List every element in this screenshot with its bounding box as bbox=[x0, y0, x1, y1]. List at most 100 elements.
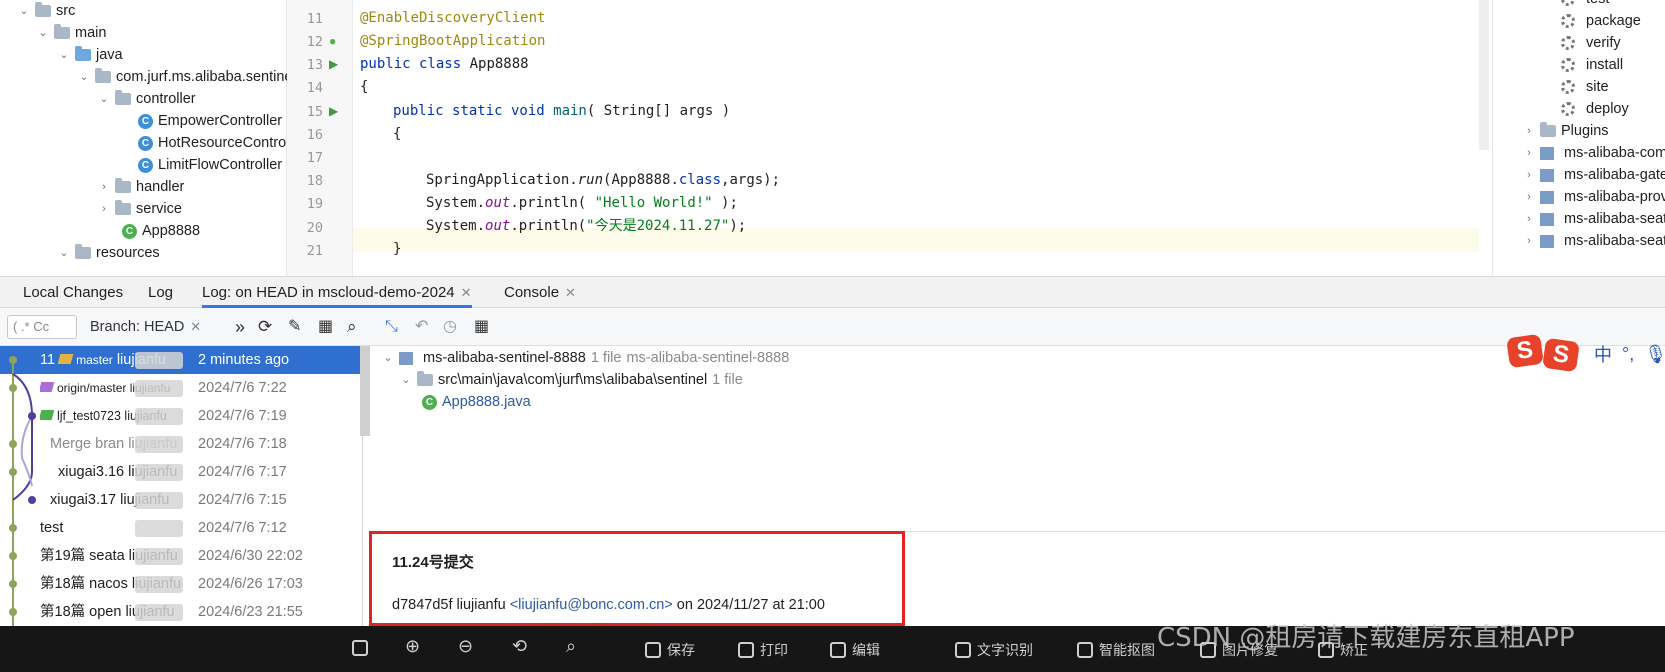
code-line-16[interactable]: { bbox=[360, 122, 401, 146]
save-button[interactable]: 保存 bbox=[645, 640, 695, 660]
tree-item-handler[interactable]: › handler bbox=[98, 176, 184, 198]
commit-row[interactable]: test 2024/7/6 7:12 bbox=[0, 514, 362, 542]
changed-files-tree[interactable]: ⌄ ms-alibaba-sentinel-8888 1 file ms-alibab… bbox=[370, 346, 1665, 531]
commit-hash[interactable]: d7847d5f bbox=[392, 597, 452, 613]
run-icon[interactable]: ▶ bbox=[329, 104, 338, 118]
code-line-12[interactable]: @SpringBootApplication bbox=[360, 29, 545, 53]
chevron-right-icon[interactable]: › bbox=[1523, 208, 1535, 230]
editor-scrollbar[interactable] bbox=[1479, 0, 1489, 150]
code-line-14[interactable]: { bbox=[360, 75, 368, 99]
maven-module[interactable]: › ms-alibaba-common bbox=[1523, 142, 1665, 164]
tab-console[interactable]: Console ✕ bbox=[504, 277, 576, 308]
maven-goal-deploy[interactable]: deploy bbox=[1561, 98, 1629, 120]
history-icon[interactable]: ◷ bbox=[443, 308, 457, 346]
tree-item-controller[interactable]: ⌄ controller bbox=[98, 88, 196, 110]
cutout-button[interactable]: 智能抠图 bbox=[1077, 640, 1155, 660]
chevron-right-icon[interactable]: › bbox=[1523, 120, 1535, 142]
spring-bean-icon[interactable]: ● bbox=[329, 34, 336, 48]
zoom-out-icon[interactable]: ⊖ bbox=[458, 636, 473, 657]
branch-filter[interactable]: Branch: HEAD ✕ bbox=[90, 308, 201, 346]
code-editor[interactable]: 11 12 13 14 15 16 17 18 19 20 21 ● ▶ ▶ @… bbox=[287, 0, 1492, 276]
tree-item-java[interactable]: ⌄ java bbox=[58, 44, 123, 66]
code-line-19[interactable]: System.out.println( "Hello World!" ); bbox=[360, 191, 738, 215]
chevron-down-icon[interactable]: ⌄ bbox=[18, 0, 30, 22]
chevron-right-icon[interactable]: › bbox=[1523, 164, 1535, 186]
maven-goal-site[interactable]: site bbox=[1561, 76, 1609, 98]
maven-panel[interactable]: test package verify install site deploy … bbox=[1492, 0, 1665, 276]
changed-directory[interactable]: ⌄ src\main\java\com\jurf\ms\alibaba\senti… bbox=[400, 368, 743, 392]
run-icon[interactable]: ▶ bbox=[329, 57, 338, 71]
maven-module[interactable]: › ms-alibaba-seata bbox=[1523, 230, 1665, 252]
tab-log-head[interactable]: Log: on HEAD in mscloud-demo-2024 ✕ bbox=[202, 277, 472, 308]
commit-row[interactable]: 第18篇 nacos liujianfu2024/6/26 17:03 bbox=[0, 570, 362, 598]
maven-goal-package[interactable]: package bbox=[1561, 10, 1641, 32]
close-icon[interactable]: ✕ bbox=[190, 319, 201, 334]
group-icon[interactable]: ▦ bbox=[474, 308, 489, 346]
commit-email[interactable]: <liujianfu@bonc.com.cn> bbox=[510, 597, 673, 613]
chevron-down-icon[interactable]: ⌄ bbox=[400, 368, 412, 392]
ime-language[interactable]: 中 bbox=[1594, 341, 1612, 367]
chevron-right-icon[interactable]: › bbox=[1523, 142, 1535, 164]
chevron-down-icon[interactable]: ⌄ bbox=[58, 44, 70, 66]
filter-input[interactable]: ( .* Cc bbox=[7, 315, 77, 339]
revert-icon[interactable]: ↶ bbox=[415, 308, 428, 346]
microphone-icon[interactable]: 🎙 bbox=[1644, 344, 1665, 365]
changed-module[interactable]: ⌄ ms-alibaba-sentinel-8888 1 file ms-alibab… bbox=[382, 346, 789, 370]
refresh-icon[interactable]: ⟳ bbox=[258, 308, 272, 346]
maven-module[interactable]: › ms-alibaba-seata bbox=[1523, 208, 1665, 230]
close-icon[interactable]: ✕ bbox=[565, 285, 576, 300]
ocr-button[interactable]: 文字识别 bbox=[955, 640, 1033, 660]
commit-row[interactable]: 第19篇 seata liujianfu2024/6/30 22:02 bbox=[0, 542, 362, 570]
maven-module[interactable]: › ms-alibaba-gateway bbox=[1523, 164, 1665, 186]
ime-toolbar[interactable]: S S 中 °, 🎙 bbox=[1506, 333, 1665, 373]
ime-punctuation[interactable]: °, bbox=[1622, 344, 1634, 365]
code-line-13[interactable]: public class App8888 bbox=[360, 52, 529, 76]
chevron-down-icon[interactable]: ⌄ bbox=[37, 22, 49, 44]
tree-item-hotresource[interactable]: C HotResourceController bbox=[138, 132, 305, 154]
changed-file[interactable]: C App8888.java bbox=[422, 390, 531, 414]
chevron-right-icon[interactable]: › bbox=[98, 198, 110, 220]
commit-row[interactable]: xiugai3.17 liujianfu2024/7/6 7:15 bbox=[0, 486, 362, 514]
maven-goal-verify[interactable]: verify bbox=[1561, 32, 1621, 54]
fit-icon[interactable] bbox=[352, 640, 368, 656]
grid-icon[interactable]: ▦ bbox=[318, 308, 333, 346]
search-icon[interactable]: ⌕ bbox=[347, 308, 357, 346]
chevron-right-icon[interactable]: › bbox=[98, 176, 110, 198]
maven-plugins[interactable]: › Plugins bbox=[1523, 120, 1609, 142]
commit-row[interactable]: xiugai3.16 liujianfu2024/7/6 7:17 bbox=[0, 458, 362, 486]
commit-row[interactable]: 第18篇 open liujianfu2024/6/23 21:55 bbox=[0, 598, 362, 626]
project-tree[interactable]: ⌄ src ⌄ main ⌄ java ⌄ com.jurf.ms.alibaba.se… bbox=[0, 0, 305, 276]
tree-item-limitflow[interactable]: C LimitFlowController bbox=[138, 154, 282, 176]
more-icon[interactable]: » bbox=[235, 308, 245, 346]
tree-item-empower[interactable]: C EmpowerController bbox=[138, 110, 282, 132]
code-line-15[interactable]: public static void main( String[] args ) bbox=[360, 99, 730, 123]
commit-list-scrollbar[interactable] bbox=[360, 346, 370, 436]
close-icon[interactable]: ✕ bbox=[461, 285, 472, 300]
tree-item-service[interactable]: › service bbox=[98, 198, 182, 220]
tree-item-main[interactable]: ⌄ main bbox=[37, 22, 106, 44]
chevron-down-icon[interactable]: ⌄ bbox=[98, 88, 110, 110]
chevron-down-icon[interactable]: ⌄ bbox=[382, 346, 394, 370]
collapse-icon[interactable]: ⤡ bbox=[385, 308, 398, 346]
commit-row[interactable]: origin/master liujianfu2024/7/6 7:22 bbox=[0, 374, 362, 402]
tree-item-resources[interactable]: ⌄ resources bbox=[58, 242, 160, 264]
chevron-down-icon[interactable]: ⌄ bbox=[78, 66, 90, 88]
zoom-in-icon[interactable]: ⊕ bbox=[405, 636, 420, 657]
tab-log[interactable]: Log bbox=[148, 277, 173, 308]
maven-module[interactable]: › ms-alibaba-provider bbox=[1523, 186, 1665, 208]
chevron-right-icon[interactable]: › bbox=[1523, 230, 1535, 252]
commit-row[interactable]: Merge bran liujianfu2024/7/6 7:18 bbox=[0, 430, 362, 458]
code-line-18[interactable]: SpringApplication.run(App8888.class,args… bbox=[360, 168, 780, 192]
chevron-right-icon[interactable]: › bbox=[1523, 186, 1535, 208]
print-button[interactable]: 打印 bbox=[738, 640, 788, 660]
maven-goal-test[interactable]: test bbox=[1561, 0, 1609, 10]
tree-item-src[interactable]: ⌄ src bbox=[18, 0, 75, 22]
code-line-11[interactable]: @EnableDiscoveryClient bbox=[360, 6, 545, 30]
edit-button[interactable]: 编辑 bbox=[830, 640, 880, 660]
commit-row[interactable]: 11 master liujianfu2 minutes ago bbox=[0, 346, 362, 374]
tab-local-changes[interactable]: Local Changes bbox=[23, 277, 123, 308]
code-line-21[interactable]: } bbox=[360, 237, 401, 261]
chevron-down-icon[interactable]: ⌄ bbox=[58, 242, 70, 264]
maven-goal-install[interactable]: install bbox=[1561, 54, 1623, 76]
cherry-pick-icon[interactable]: ✎ bbox=[288, 308, 301, 346]
